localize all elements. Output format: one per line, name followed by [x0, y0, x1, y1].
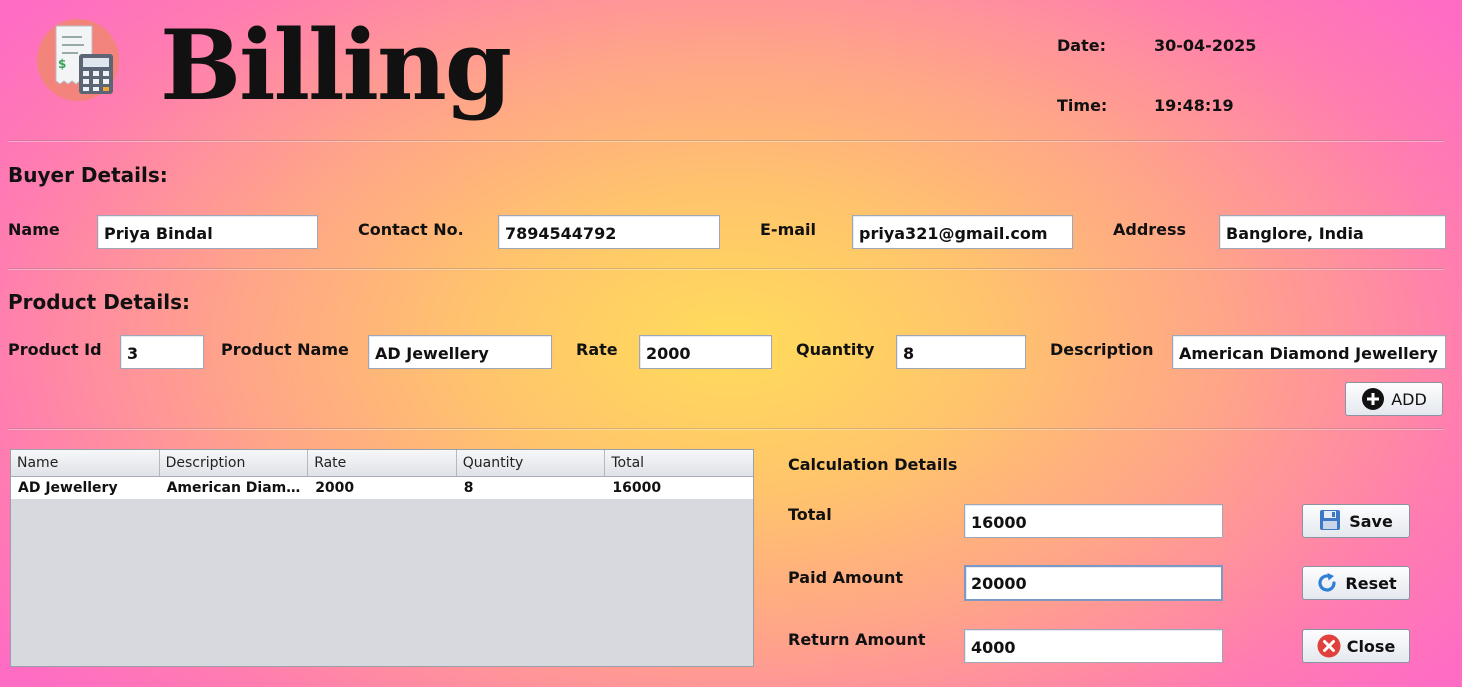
- add-button[interactable]: ADD: [1345, 382, 1443, 416]
- buyer-details-heading: Buyer Details:: [8, 163, 168, 187]
- refresh-icon: [1315, 571, 1339, 595]
- email-label: E-mail: [760, 220, 817, 239]
- save-button-label: Save: [1349, 511, 1393, 531]
- rate-label: Rate: [576, 340, 618, 359]
- reset-button[interactable]: Reset: [1302, 566, 1410, 600]
- header-divider: [8, 140, 1444, 142]
- quantity-label: Quantity: [796, 340, 875, 359]
- cell-description: American Diamond Jewellery: [166, 480, 309, 496]
- total-field[interactable]: 16000: [964, 504, 1223, 538]
- buyer-divider: [8, 268, 1444, 270]
- product-divider: [8, 428, 1444, 430]
- cell-rate: 2000: [315, 480, 355, 496]
- items-table[interactable]: Name Description Rate Quantity Total AD …: [10, 449, 754, 667]
- close-button[interactable]: Close: [1302, 629, 1410, 663]
- date-label: Date:: [1057, 36, 1106, 55]
- floppy-disk-icon: [1319, 509, 1343, 533]
- contact-field[interactable]: 7894544792: [498, 215, 720, 249]
- save-button[interactable]: Save: [1302, 504, 1410, 538]
- page-title: Billing: [160, 9, 512, 122]
- product-name-field[interactable]: AD Jewellery: [368, 335, 552, 369]
- column-header-total[interactable]: Total: [605, 450, 753, 476]
- close-circle-icon: [1317, 634, 1341, 658]
- product-id-field[interactable]: 3: [120, 335, 204, 369]
- email-field[interactable]: priya321@gmail.com: [852, 215, 1073, 249]
- calculation-details-heading: Calculation Details: [788, 455, 958, 474]
- reset-button-label: Reset: [1345, 573, 1397, 593]
- column-header-quantity[interactable]: Quantity: [457, 450, 606, 476]
- buyer-name-field[interactable]: Priya Bindal: [97, 215, 318, 249]
- quantity-field[interactable]: 8: [896, 335, 1026, 369]
- column-header-name[interactable]: Name: [11, 450, 160, 476]
- close-button-label: Close: [1346, 636, 1396, 656]
- address-label: Address: [1113, 220, 1187, 239]
- description-field[interactable]: American Diamond Jewellery: [1172, 335, 1446, 369]
- product-name-label: Product Name: [221, 340, 349, 359]
- address-field[interactable]: Banglore, India: [1219, 215, 1446, 249]
- cell-total: 16000: [612, 480, 662, 496]
- time-value: 19:48:19: [1154, 96, 1234, 115]
- billing-logo-icon: $: [36, 18, 120, 102]
- return-amount-field[interactable]: 4000: [964, 629, 1223, 663]
- product-details-heading: Product Details:: [8, 290, 191, 314]
- cell-name: AD Jewellery: [18, 480, 118, 496]
- return-amount-label: Return Amount: [788, 630, 926, 649]
- date-value: 30-04-2025: [1154, 36, 1257, 55]
- paid-amount-label: Paid Amount: [788, 568, 904, 587]
- rate-field[interactable]: 2000: [639, 335, 772, 369]
- table-header: Name Description Rate Quantity Total: [11, 450, 753, 477]
- cell-quantity: 8: [463, 480, 474, 496]
- contact-label: Contact No.: [358, 220, 464, 239]
- add-button-label: ADD: [1391, 389, 1427, 409]
- column-header-rate[interactable]: Rate: [308, 450, 457, 476]
- product-id-label: Product Id: [8, 340, 102, 359]
- svg-text:$: $: [58, 57, 66, 71]
- description-label: Description: [1050, 340, 1154, 359]
- time-label: Time:: [1057, 96, 1108, 115]
- buyer-name-label: Name: [8, 220, 60, 239]
- table-row[interactable]: AD Jewellery American Diamond Jewellery …: [11, 477, 753, 499]
- paid-amount-field[interactable]: 20000: [964, 565, 1223, 601]
- plus-circle-icon: [1361, 387, 1385, 411]
- total-label: Total: [788, 505, 832, 524]
- column-header-description[interactable]: Description: [160, 450, 309, 476]
